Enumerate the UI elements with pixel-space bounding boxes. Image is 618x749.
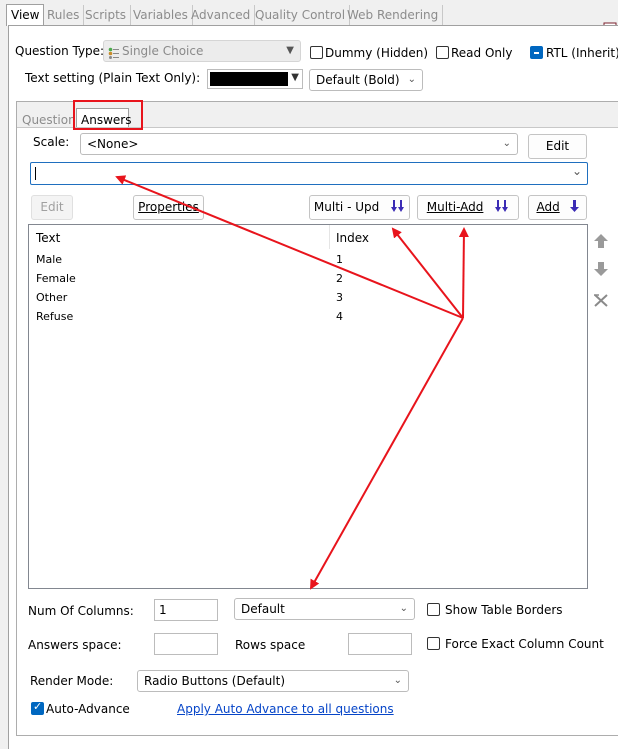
- answers-list[interactable]: Text Index Male 1 Female 2 Other 3 Refus…: [28, 224, 588, 589]
- num-columns-label: Num Of Columns:: [28, 604, 134, 618]
- read-only-label: Read Only: [451, 46, 513, 60]
- auto-advance-checkbox[interactable]: [31, 700, 44, 715]
- tab-advanced[interactable]: Advanced: [187, 5, 256, 25]
- scale-label: Scale:: [33, 135, 70, 149]
- multi-add-label: Multi-Add: [426, 200, 484, 214]
- answer-text: Female: [36, 272, 76, 285]
- answer-input[interactable]: ⌄: [30, 162, 588, 185]
- double-down-arrow-icon: [391, 198, 405, 212]
- column-header-text[interactable]: Text: [36, 231, 60, 245]
- table-row[interactable]: Female 2: [29, 271, 587, 289]
- text-setting-label: Text setting (Plain Text Only):: [25, 71, 201, 85]
- table-row[interactable]: Male 1: [29, 252, 587, 270]
- properties-button-label: Properties: [138, 200, 199, 214]
- render-mode-label: Render Mode:: [30, 674, 114, 688]
- add-label: Add: [536, 200, 560, 214]
- num-columns-input[interactable]: 1: [154, 599, 218, 621]
- question-type-select[interactable]: Single Choice ▼: [103, 40, 301, 62]
- chevron-down-icon: ⌄: [407, 74, 416, 85]
- properties-button[interactable]: Properties: [133, 195, 204, 220]
- answers-space-label: Answers space:: [28, 638, 122, 652]
- single-choice-icon: [108, 45, 119, 59]
- text-style-select[interactable]: Default (Bold) ⌄: [309, 69, 423, 91]
- rtl-checkbox[interactable]: [530, 46, 543, 59]
- apply-auto-advance-link[interactable]: Apply Auto Advance to all questions: [177, 701, 394, 717]
- force-exact-column-count-label: Force Exact Column Count: [445, 637, 604, 651]
- answer-index: 3: [336, 291, 343, 304]
- read-only-checkbox[interactable]: [436, 46, 449, 59]
- show-table-borders-label: Show Table Borders: [445, 603, 563, 617]
- move-down-icon[interactable]: [593, 261, 609, 277]
- table-row[interactable]: Refuse 4: [29, 309, 587, 327]
- answer-index: 2: [336, 272, 343, 285]
- move-up-icon[interactable]: [593, 233, 609, 249]
- scale-edit-button[interactable]: Edit: [528, 134, 587, 159]
- auto-advance-label: Auto-Advance: [46, 702, 130, 716]
- show-table-borders-checkbox[interactable]: [427, 603, 440, 616]
- rows-space-label: Rows space: [235, 638, 306, 652]
- layout-select[interactable]: Default ⌄: [234, 598, 415, 620]
- text-color-picker[interactable]: ▼: [207, 69, 303, 89]
- chevron-down-icon: ⌄: [399, 603, 408, 614]
- rtl-label: RTL (Inherit): [546, 46, 618, 60]
- multi-upd-label: Multi - Upd: [313, 200, 380, 214]
- down-arrow-icon: [569, 198, 579, 212]
- chevron-down-icon: ▼: [291, 72, 299, 83]
- text-cursor: [35, 167, 36, 180]
- tab-quality-control[interactable]: Quality Control: [251, 5, 351, 25]
- text-style-value: Default (Bold): [316, 73, 400, 87]
- tab-scripts[interactable]: Scripts: [81, 5, 132, 25]
- rows-space-input[interactable]: [348, 633, 412, 655]
- layout-value: Default: [241, 602, 285, 616]
- table-row[interactable]: Other 3: [29, 290, 587, 308]
- add-button[interactable]: Add: [528, 195, 587, 220]
- chevron-down-icon: ⌄: [502, 138, 511, 149]
- force-exact-column-count-checkbox[interactable]: [427, 637, 440, 650]
- answer-index: 4: [336, 310, 343, 323]
- answer-text: Other: [36, 291, 68, 304]
- color-swatch: [210, 72, 288, 86]
- multi-upd-button[interactable]: Multi - Upd: [309, 195, 410, 220]
- tab-view[interactable]: View: [6, 4, 45, 26]
- top-tab-strip: View Rules Scripts Variables Advanced Qu…: [0, 0, 618, 26]
- delete-icon[interactable]: [593, 292, 609, 308]
- answer-index: 1: [336, 253, 343, 266]
- answer-text: Refuse: [36, 310, 74, 323]
- question-type-label: Question Type:: [15, 44, 105, 58]
- tab-variables[interactable]: Variables: [129, 5, 193, 25]
- scale-select[interactable]: <None> ⌄: [80, 133, 518, 155]
- multi-add-button[interactable]: Multi-Add: [417, 195, 519, 220]
- render-mode-select[interactable]: Radio Buttons (Default) ⌄: [137, 670, 409, 692]
- tab-web-rendering[interactable]: Web Rendering: [343, 5, 444, 25]
- dummy-checkbox[interactable]: [310, 46, 323, 59]
- chevron-down-icon: ⌄: [393, 675, 402, 686]
- chevron-down-icon: ⌄: [571, 164, 582, 178]
- edit-answer-button[interactable]: Edit: [31, 195, 73, 220]
- answers-space-input[interactable]: [154, 633, 218, 655]
- dummy-label: Dummy (Hidden): [325, 46, 429, 60]
- double-down-arrow-icon: [495, 198, 509, 212]
- answer-text: Male: [36, 253, 63, 266]
- question-type-value: Single Choice: [122, 44, 204, 58]
- chevron-down-icon: ▼: [286, 45, 294, 56]
- scale-value: <None>: [87, 137, 139, 151]
- render-mode-value: Radio Buttons (Default): [144, 674, 286, 688]
- column-divider[interactable]: [329, 225, 330, 249]
- column-header-index[interactable]: Index: [336, 231, 369, 245]
- tab-rules[interactable]: Rules: [43, 5, 85, 25]
